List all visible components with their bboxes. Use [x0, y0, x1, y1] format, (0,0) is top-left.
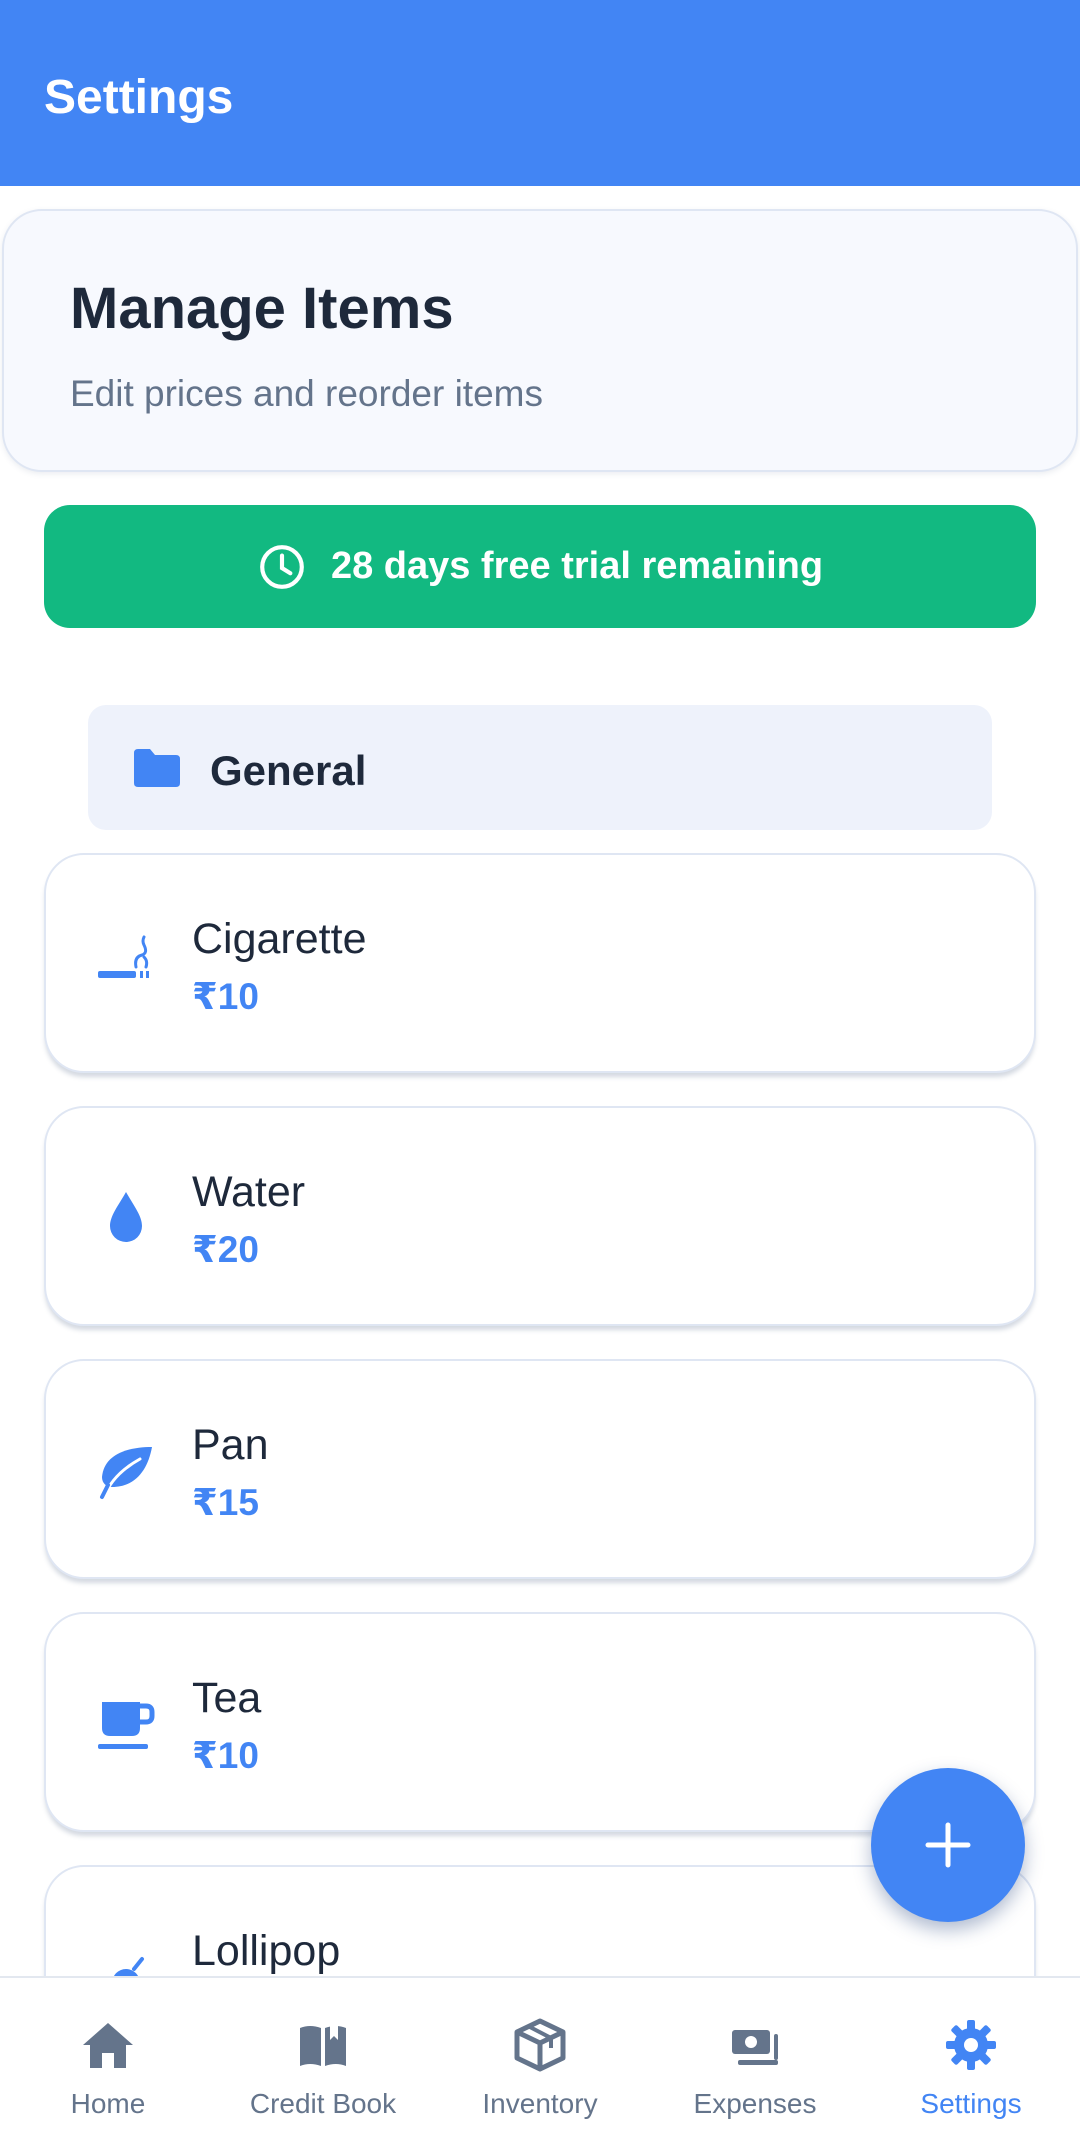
- item-price: ₹15: [192, 1482, 259, 1523]
- clock-icon: [260, 544, 304, 589]
- item-name: Lollipop: [192, 1927, 341, 1975]
- folder-icon: [134, 749, 180, 787]
- cup-icon: [98, 1702, 155, 1749]
- nav-label: Expenses: [693, 2088, 817, 2119]
- category-header-general: General: [88, 705, 992, 830]
- manage-items-card: Manage Items Edit prices and reorder ite…: [2, 209, 1078, 472]
- category-label: General: [210, 747, 367, 794]
- page-title: Settings: [44, 71, 234, 124]
- book-icon: [300, 2020, 346, 2066]
- home-icon: [83, 2023, 133, 2068]
- water-drop-icon: [110, 1192, 142, 1242]
- trial-banner[interactable]: 28 days free trial remaining: [44, 505, 1036, 628]
- nav-item-inventory[interactable]: Inventory: [440, 1978, 640, 2145]
- app-bar: Settings: [0, 0, 1080, 186]
- nav-item-home[interactable]: Home: [8, 1978, 208, 2145]
- item-price: ₹10: [192, 976, 259, 1017]
- nav-label: Inventory: [482, 2088, 598, 2119]
- nav-item-settings[interactable]: Settings: [871, 1978, 1071, 2145]
- item-name: Water: [192, 1168, 306, 1216]
- item-name: Cigarette: [192, 915, 367, 963]
- item-price: ₹20: [192, 1229, 259, 1270]
- item-card-pan[interactable]: Pan ₹15: [44, 1359, 1036, 1579]
- nav-item-expenses[interactable]: Expenses: [655, 1978, 855, 2145]
- gear-icon: [946, 2020, 996, 2070]
- item-card-water[interactable]: Water ₹20: [44, 1106, 1036, 1326]
- nav-item-credit-book[interactable]: Credit Book: [223, 1978, 423, 2145]
- smoking-icon: [98, 935, 149, 978]
- manage-items-subtitle: Edit prices and reorder items: [70, 373, 543, 414]
- item-name: Pan: [192, 1421, 269, 1469]
- nav-label: Settings: [920, 2088, 1022, 2119]
- trial-text: 28 days free trial remaining: [330, 545, 824, 587]
- bottom-navigation: Home Credit Book Inventory Expenses Sett…: [0, 1976, 1080, 2145]
- leaf-icon: [100, 1447, 152, 1499]
- item-price: ₹10: [192, 1735, 259, 1776]
- manage-items-title: Manage Items: [70, 276, 454, 341]
- money-icon: [732, 2030, 778, 2065]
- box-icon: [514, 2018, 566, 2072]
- item-card-cigarette[interactable]: Cigarette ₹10: [44, 853, 1036, 1073]
- add-item-button[interactable]: [871, 1768, 1025, 1922]
- item-name: Tea: [192, 1674, 262, 1722]
- nav-label: Home: [70, 2088, 146, 2119]
- nav-label: Credit Book: [249, 2088, 397, 2119]
- plus-icon: [925, 1822, 971, 1868]
